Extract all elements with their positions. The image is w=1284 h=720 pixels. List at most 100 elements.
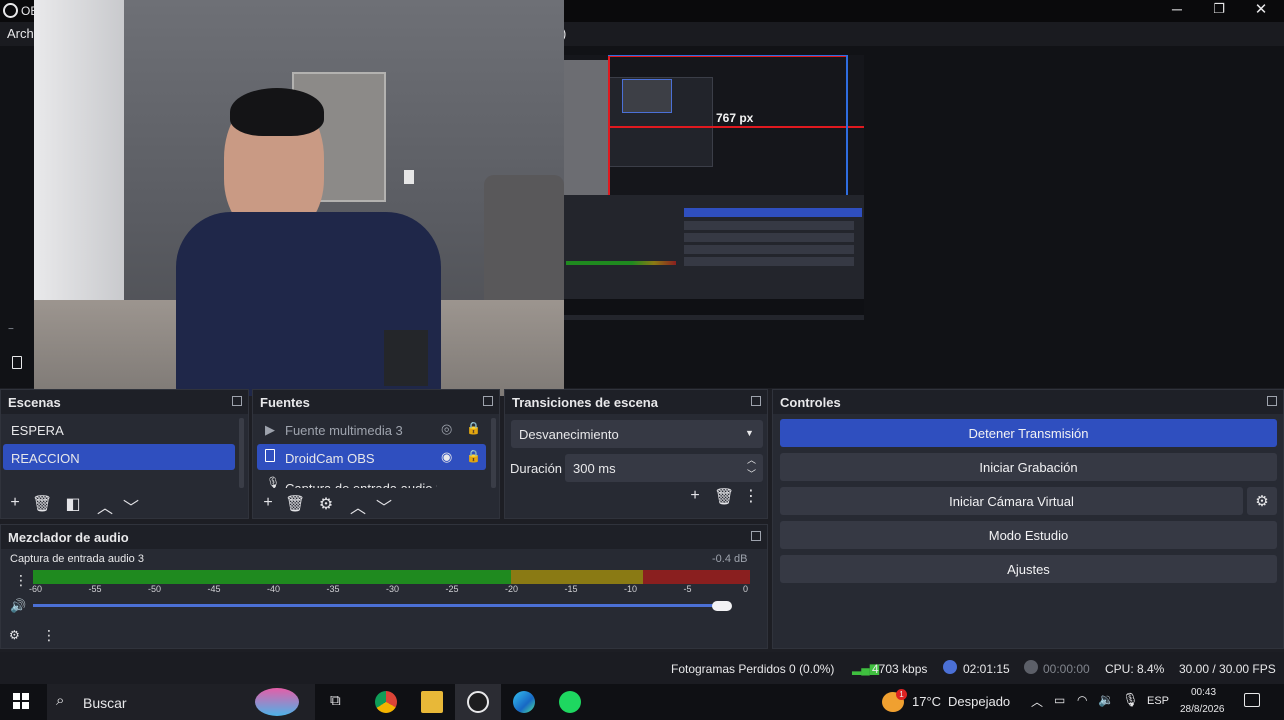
volume-slider-handle[interactable]: [712, 601, 732, 611]
meter-tick: -45: [207, 584, 221, 594]
hidden-eye-icon[interactable]: ◎: [441, 421, 452, 437]
preview-minus: −: [8, 324, 14, 335]
move-down-icon[interactable]: ﹀: [374, 494, 394, 518]
status-bar: Fotogramas Perdidos 0 (0.0%) ▂▄▆ 4703 kb…: [0, 652, 1284, 684]
meter-tick: -50: [148, 584, 162, 594]
stream-time: 02:01:15: [963, 662, 1010, 676]
notification-icon[interactable]: [1244, 693, 1260, 707]
gear-icon[interactable]: ⚙: [316, 494, 336, 514]
more-options-icon[interactable]: ⋮: [42, 627, 56, 644]
stop-stream-button[interactable]: Detener Transmisión: [780, 419, 1277, 447]
dock-float-icon[interactable]: [1267, 396, 1277, 406]
scenes-scrollbar[interactable]: [239, 418, 244, 488]
fps: 30.00 / 30.00 FPS: [1179, 662, 1276, 676]
add-transition-icon[interactable]: +: [685, 487, 705, 505]
volume-slider-track[interactable]: [33, 604, 728, 607]
move-up-icon[interactable]: ︿: [95, 494, 115, 518]
meter-tick: -30: [386, 584, 400, 594]
transitions-title: Transiciones de escena: [505, 390, 767, 414]
meter-tick: -20: [505, 584, 519, 594]
remove-transition-icon[interactable]: 🗑: [714, 487, 734, 507]
add-scene-icon[interactable]: +: [5, 494, 25, 512]
source-item-media[interactable]: Fuente multimedia 3: [277, 416, 437, 442]
meter-green: [33, 570, 511, 584]
chrome-icon[interactable]: [375, 691, 397, 713]
mixer-title: Mezclador de audio: [1, 525, 767, 549]
channel-menu-icon[interactable]: ⋮: [14, 572, 28, 589]
spin-up-icon[interactable]: ︿: [747, 453, 756, 466]
scene-filter-icon[interactable]: ◧: [63, 494, 83, 514]
battery-icon[interactable]: ▭: [1054, 693, 1065, 707]
chevron-up-icon[interactable]: ︿: [1031, 693, 1043, 710]
menu-file[interactable]: Arch: [7, 26, 34, 41]
remove-scene-icon[interactable]: 🗑: [32, 494, 52, 514]
wifi-icon[interactable]: ◠: [1077, 693, 1087, 707]
add-source-icon[interactable]: +: [258, 494, 278, 512]
chevron-down-icon[interactable]: ▼: [745, 428, 754, 438]
dock-float-icon[interactable]: [751, 396, 761, 406]
more-options-icon[interactable]: ⋮: [741, 486, 761, 506]
taskbar: ⌕ Buscar ⧉ 1 17°C Despejado ︿ ▭ ◠ 🔉 🎙 ES…: [0, 684, 1284, 720]
meter-tick: -5: [683, 584, 692, 594]
start-recording-button[interactable]: Iniciar Grabación: [780, 453, 1277, 481]
program-preview[interactable]: 767 px: [564, 55, 864, 320]
edge-icon[interactable]: [513, 691, 535, 713]
windows-start-icon[interactable]: [13, 693, 29, 709]
webcam-feed: [34, 0, 564, 396]
scenes-dock: Escenas ESPERA REACCION + 🗑 ◧ ︿ ﹀: [0, 389, 249, 519]
restore-icon[interactable]: ❐: [1210, 1, 1228, 17]
file-explorer-icon[interactable]: [421, 691, 443, 713]
microphone-icon[interactable]: 🎙: [1122, 692, 1139, 708]
spin-down-icon[interactable]: ﹀: [747, 467, 756, 480]
close-icon[interactable]: ✕: [1252, 0, 1270, 18]
speaker-icon[interactable]: 🔉: [1098, 692, 1114, 708]
gear-icon[interactable]: ⚙: [9, 628, 20, 642]
search-box[interactable]: ⌕ Buscar: [47, 684, 315, 720]
spotify-icon[interactable]: [559, 691, 581, 713]
minimize-icon[interactable]: ─: [1168, 1, 1186, 17]
remove-source-icon[interactable]: 🗑: [285, 494, 305, 514]
meter-red: [643, 570, 750, 584]
file-icon[interactable]: [12, 356, 22, 369]
meter-tick: -10: [624, 584, 638, 594]
task-view-icon[interactable]: ⧉: [330, 692, 341, 709]
duration-field[interactable]: 300 ms: [565, 454, 763, 482]
lock-icon[interactable]: 🔒: [466, 449, 481, 463]
scenes-title: Escenas: [1, 390, 248, 414]
transitions-dock: Transiciones de escena Desvanecimiento ▼…: [504, 389, 768, 519]
lock-icon[interactable]: 🔒: [466, 421, 481, 435]
settings-button[interactable]: Ajustes: [780, 555, 1277, 583]
record-time: 00:00:00: [1043, 662, 1090, 676]
meter-tick: -55: [88, 584, 102, 594]
duration-label: Duración: [510, 461, 563, 476]
measure-label: 767 px: [716, 111, 754, 125]
transition-select[interactable]: Desvanecimiento: [511, 420, 763, 448]
dock-float-icon[interactable]: [232, 396, 242, 406]
volume-icon[interactable]: 🔊: [10, 598, 26, 614]
meter-tick: -40: [267, 584, 281, 594]
scene-item-reaccion[interactable]: REACCION: [3, 444, 235, 470]
meter-yellow: [511, 570, 643, 584]
record-icon: [1024, 660, 1038, 674]
source-item-droidcam[interactable]: DroidCam OBS: [277, 444, 437, 470]
clock-date[interactable]: 28/8/2026: [1180, 704, 1225, 715]
visible-eye-icon[interactable]: ◉: [441, 449, 452, 465]
studio-mode-button[interactable]: Modo Estudio: [780, 521, 1277, 549]
controls-title: Controles: [773, 390, 1283, 414]
gear-icon[interactable]: ⚙: [1247, 487, 1277, 515]
clock-time[interactable]: 00:43: [1191, 687, 1216, 698]
source-item-audio[interactable]: Captura de entrada audio 3: [277, 474, 437, 488]
move-up-icon[interactable]: ︿: [348, 494, 368, 518]
live-icon: [943, 660, 957, 674]
audio-mixer-dock: Mezclador de audio: [0, 524, 768, 649]
virtual-camera-button[interactable]: Iniciar Cámara Virtual: [780, 487, 1243, 515]
language-indicator[interactable]: ESP: [1147, 695, 1169, 707]
dock-float-icon[interactable]: [483, 396, 493, 406]
move-down-icon[interactable]: ﹀: [121, 494, 141, 518]
sources-scrollbar[interactable]: [491, 418, 496, 488]
scene-item-espera[interactable]: ESPERA: [3, 416, 235, 442]
sources-title: Fuentes: [253, 390, 499, 414]
obs-icon[interactable]: [467, 691, 489, 713]
dock-float-icon[interactable]: [751, 531, 761, 541]
sources-dock: Fuentes ▶ Fuente multimedia 3 ◎ 🔒 DroidC…: [252, 389, 500, 519]
